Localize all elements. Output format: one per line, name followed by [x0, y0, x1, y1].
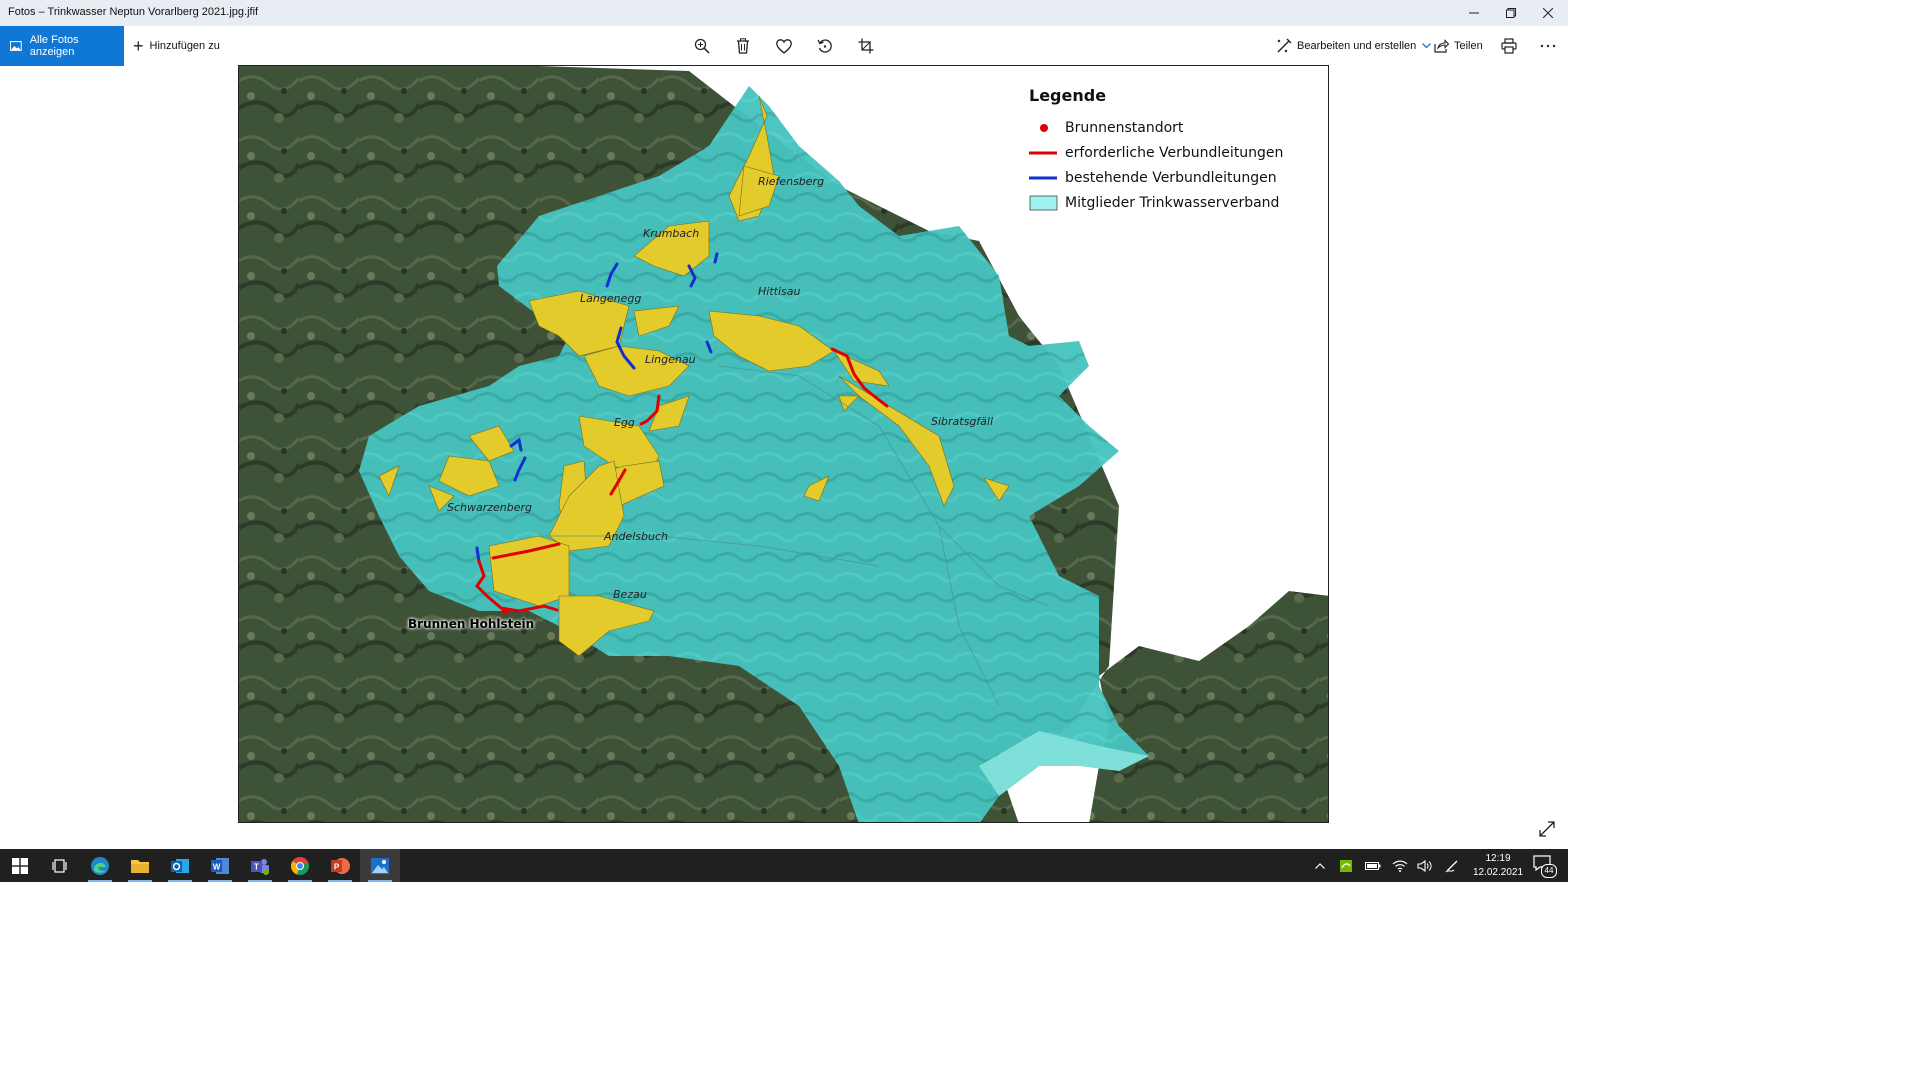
add-to-button[interactable]: + Hinzufügen zu: [133, 26, 220, 66]
print-icon[interactable]: [1499, 36, 1519, 56]
file-explorer-icon[interactable]: [120, 849, 160, 882]
place-label-andelsbuch: Andelsbuch: [604, 530, 669, 543]
clock-date: 12.02.2021: [1472, 867, 1524, 878]
pen-icon[interactable]: [1442, 849, 1464, 882]
chevron-up-icon[interactable]: [1310, 849, 1330, 882]
place-label-langenegg: Langenegg: [580, 292, 642, 305]
place-label-egg: Egg: [614, 416, 635, 429]
zoom-icon[interactable]: [692, 36, 712, 56]
wifi-icon[interactable]: [1389, 849, 1411, 882]
legend-label: erforderliche Verbundleitungen: [1065, 144, 1284, 161]
place-label-schwarzenberg: Schwarzenberg: [447, 501, 533, 514]
notification-count-badge: 44: [1541, 864, 1557, 878]
maximize-button[interactable]: [1493, 0, 1529, 26]
crop-icon[interactable]: [856, 36, 876, 56]
photos-icon: [10, 41, 22, 51]
edge-icon[interactable]: [80, 849, 120, 882]
edit-create-icon[interactable]: [1274, 36, 1294, 56]
legend-label: bestehende Verbundleitungen: [1065, 169, 1277, 186]
nvidia-tray-icon[interactable]: [1335, 849, 1357, 882]
task-view-icon[interactable]: [40, 849, 80, 882]
battery-icon[interactable]: [1362, 849, 1384, 882]
clock-time: 12:19: [1485, 853, 1511, 864]
powerpoint-icon[interactable]: P: [320, 849, 360, 882]
place-label-hittisau: Hittisau: [758, 285, 801, 298]
place-label-riefensberg: Riefensberg: [758, 175, 825, 188]
photos-app-icon[interactable]: [360, 849, 400, 882]
favorite-icon[interactable]: [774, 36, 794, 56]
system-clock[interactable]: 12:19 12.02.2021: [1470, 852, 1526, 880]
delete-icon[interactable]: [733, 36, 753, 56]
svg-text:P: P: [334, 862, 340, 871]
taskbar: W T P 12:19 12.02.2021 44: [0, 849, 1568, 882]
photo-toolbar: Alle Fotos anzeigen + Hinzufügen zu Bear…: [0, 26, 1568, 66]
place-label-lingenau: Lingenau: [645, 353, 696, 366]
rotate-icon[interactable]: [815, 36, 835, 56]
legend-item: Brunnenstandort: [1029, 115, 1299, 140]
title-bar: Fotos – Trinkwasser Neptun Vorarlberg 20…: [0, 0, 1568, 26]
window-title: Fotos – Trinkwasser Neptun Vorarlberg 20…: [8, 6, 259, 18]
place-label-sibratsgfaell: Sibratsgfäll: [931, 415, 994, 428]
place-label-krumbach: Krumbach: [643, 227, 700, 240]
close-button[interactable]: [1530, 0, 1566, 26]
photo-map-image: Riefensberg Krumbach Hittisau Langenegg …: [238, 65, 1329, 823]
teams-icon[interactable]: T: [240, 849, 280, 882]
red-dot-symbol: [1029, 120, 1059, 136]
add-to-label: Hinzufügen zu: [149, 40, 220, 52]
legend-label: Mitglieder Trinkwasserverband: [1065, 194, 1280, 211]
well-location-marker: [501, 607, 509, 615]
outlook-icon[interactable]: [160, 849, 200, 882]
share-label: Teilen: [1454, 40, 1483, 52]
map-legend: Legende Brunnenstandort erforderliche Ve…: [1029, 86, 1299, 215]
legend-title: Legende: [1029, 86, 1107, 105]
word-icon[interactable]: W: [200, 849, 240, 882]
legend-item: bestehende Verbundleitungen: [1029, 165, 1299, 190]
svg-text:W: W: [213, 862, 221, 871]
chevron-down-icon: [1422, 43, 1432, 49]
legend-item: erforderliche Verbundleitungen: [1029, 140, 1299, 165]
more-icon[interactable]: [1538, 36, 1558, 56]
expand-icon[interactable]: [1538, 820, 1558, 840]
all-photos-button[interactable]: Alle Fotos anzeigen: [0, 26, 124, 66]
share-icon[interactable]: [1431, 36, 1451, 56]
start-icon[interactable]: [0, 849, 40, 882]
minimize-button[interactable]: [1456, 0, 1492, 26]
well-name-label: Brunnen Hohlstein: [408, 617, 535, 631]
blue-line-symbol: [1029, 170, 1059, 186]
svg-text:T: T: [254, 862, 259, 871]
volume-icon[interactable]: [1414, 849, 1436, 882]
notification-center-icon[interactable]: 44: [1533, 855, 1557, 878]
plus-icon: +: [133, 36, 144, 56]
turquoise-area-symbol: [1029, 195, 1059, 211]
legend-item: Mitglieder Trinkwasserverband: [1029, 190, 1299, 215]
all-photos-label: Alle Fotos anzeigen: [29, 34, 79, 58]
chrome-icon[interactable]: [280, 849, 320, 882]
red-line-symbol: [1029, 145, 1059, 161]
legend-label: Brunnenstandort: [1065, 119, 1184, 136]
share-button[interactable]: Teilen: [1454, 26, 1483, 66]
edit-create-label: Bearbeiten und erstellen: [1297, 40, 1417, 52]
edit-create-button[interactable]: Bearbeiten und erstellen: [1297, 26, 1432, 66]
place-label-bezau: Bezau: [613, 588, 647, 601]
